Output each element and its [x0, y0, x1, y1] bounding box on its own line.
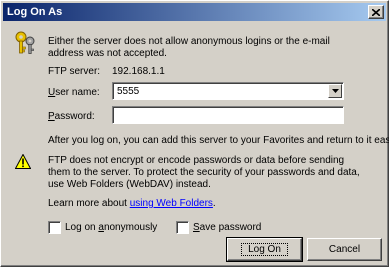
learn-more-line: Learn more about using Web Folders.	[48, 198, 216, 210]
password-access-key: P	[48, 111, 55, 122]
warning-text: FTP does not encrypt or encode passwords…	[48, 155, 360, 190]
after-logon-text: After you log on, you can add this serve…	[48, 135, 389, 146]
intro-text: Either the server does not allow anonymo…	[48, 36, 330, 59]
ftp-server-label: FTP server:	[48, 66, 101, 77]
learn-more-prefix: Learn more about	[48, 198, 130, 209]
password-label: Password:	[48, 111, 95, 123]
log-on-as-dialog: Log On As Either the server does not all…	[0, 0, 389, 267]
save-password-checkbox[interactable]	[176, 221, 189, 234]
window-title: Log On As	[7, 6, 63, 18]
user-name-label: User name:	[48, 87, 100, 99]
anonymous-label-rest: nonymously	[103, 222, 158, 233]
user-name-dropdown-button[interactable]	[328, 84, 342, 98]
anonymous-checkbox[interactable]	[48, 221, 61, 234]
save-password-label-rest: ave password	[199, 222, 262, 233]
warning-icon	[15, 154, 31, 169]
keys-icon	[15, 31, 35, 54]
cancel-button[interactable]: Cancel	[307, 238, 382, 261]
anonymous-label-prefix: Log on	[65, 222, 99, 233]
user-name-value: 5555	[117, 86, 140, 97]
log-on-button[interactable]: Log On	[226, 237, 303, 262]
log-on-label: Log On	[241, 243, 288, 256]
cancel-label: Cancel	[328, 244, 361, 255]
anonymous-label[interactable]: Log on anonymously	[65, 222, 157, 234]
close-button[interactable]	[368, 5, 384, 19]
user-name-combobox[interactable]: 5555	[112, 82, 344, 100]
close-icon	[372, 8, 380, 16]
learn-more-suffix: .	[212, 198, 216, 209]
ftp-server-value: 192.168.1.1	[112, 66, 165, 77]
password-field[interactable]	[112, 106, 344, 124]
web-folders-link[interactable]: using Web Folders	[130, 198, 213, 209]
user-name-label-rest: ser name:	[55, 87, 100, 98]
title-bar[interactable]: Log On As	[3, 3, 386, 21]
chevron-down-icon	[331, 89, 339, 93]
password-label-rest: assword:	[54, 111, 95, 122]
save-password-label[interactable]: Save password	[193, 222, 261, 234]
save-password-access-key: S	[193, 222, 200, 233]
